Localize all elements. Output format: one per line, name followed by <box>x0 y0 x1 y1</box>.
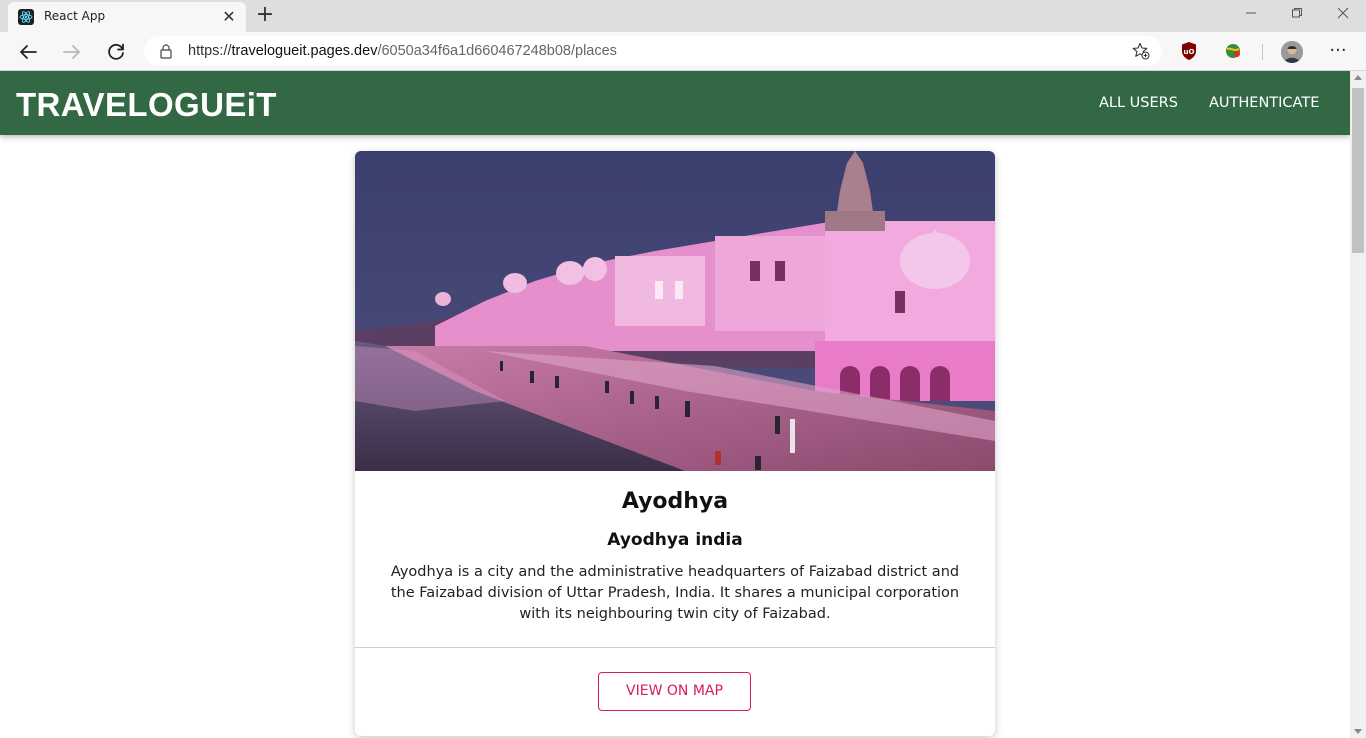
new-tab-button[interactable]: + <box>254 4 276 26</box>
place-description: Ayodhya is a city and the administrative… <box>390 564 960 622</box>
react-logo-icon <box>18 9 34 25</box>
address-bar[interactable]: https://travelogueit.pages.dev/6050a34f6… <box>144 36 1162 66</box>
window-close-icon[interactable] <box>1320 4 1366 26</box>
card-divider <box>355 647 995 648</box>
place-card: Ayodhya Ayodhya india Ayodhya is a city … <box>355 151 995 736</box>
forward-arrow-icon[interactable] <box>58 38 86 66</box>
scroll-thumb[interactable] <box>1352 88 1364 253</box>
scroll-down-icon[interactable] <box>1354 729 1362 734</box>
minimize-icon[interactable] <box>1228 4 1274 26</box>
add-favorite-icon[interactable] <box>1132 42 1150 60</box>
scroll-up-icon[interactable] <box>1354 75 1362 80</box>
url-host: travelogueit.pages.dev <box>231 43 378 59</box>
back-arrow-icon[interactable] <box>14 38 42 66</box>
brand-logo[interactable]: TRAVELOGUEiT <box>16 86 277 124</box>
place-address: Ayodhya india <box>607 530 743 550</box>
url-scheme: https:// <box>188 43 232 59</box>
page-scrollbar[interactable] <box>1350 71 1366 738</box>
toolbar-separator <box>1262 44 1263 60</box>
lock-icon[interactable] <box>158 43 174 59</box>
tab-close-icon[interactable]: ✕ <box>220 8 238 26</box>
browser-tab[interactable]: React App ✕ <box>8 2 246 32</box>
place-image <box>355 151 995 471</box>
nav-link-all-users[interactable]: ALL USERS <box>1099 95 1178 111</box>
view-on-map-button[interactable]: VIEW ON MAP <box>598 672 751 711</box>
restore-icon[interactable] <box>1274 4 1320 26</box>
browser-toolbar: https://travelogueit.pages.dev/6050a34f6… <box>0 32 1366 71</box>
url-path: /6050a34f6a1d660467248b08/places <box>377 43 617 59</box>
tab-title: React App <box>44 9 106 23</box>
place-title: Ayodhya <box>621 489 729 514</box>
ublock-extension-icon[interactable]: uO <box>1178 40 1200 62</box>
svg-text:uO: uO <box>1184 48 1195 56</box>
browser-titlebar: React App ✕ + <box>0 0 1366 32</box>
browser-menu-icon[interactable]: ··· <box>1326 40 1350 62</box>
url-text[interactable]: https://travelogueit.pages.dev/6050a34f6… <box>188 43 617 59</box>
nav-link-authenticate[interactable]: AUTHENTICATE <box>1209 95 1319 111</box>
profile-avatar[interactable] <box>1281 41 1303 63</box>
app-header: TRAVELOGUEiT ALL USERS AUTHENTICATE <box>0 71 1350 135</box>
reload-icon[interactable] <box>102 38 130 66</box>
page-viewport: TRAVELOGUEiT ALL USERS AUTHENTICATE Ayod… <box>0 71 1350 738</box>
extension-globe-icon[interactable] <box>1222 40 1244 62</box>
